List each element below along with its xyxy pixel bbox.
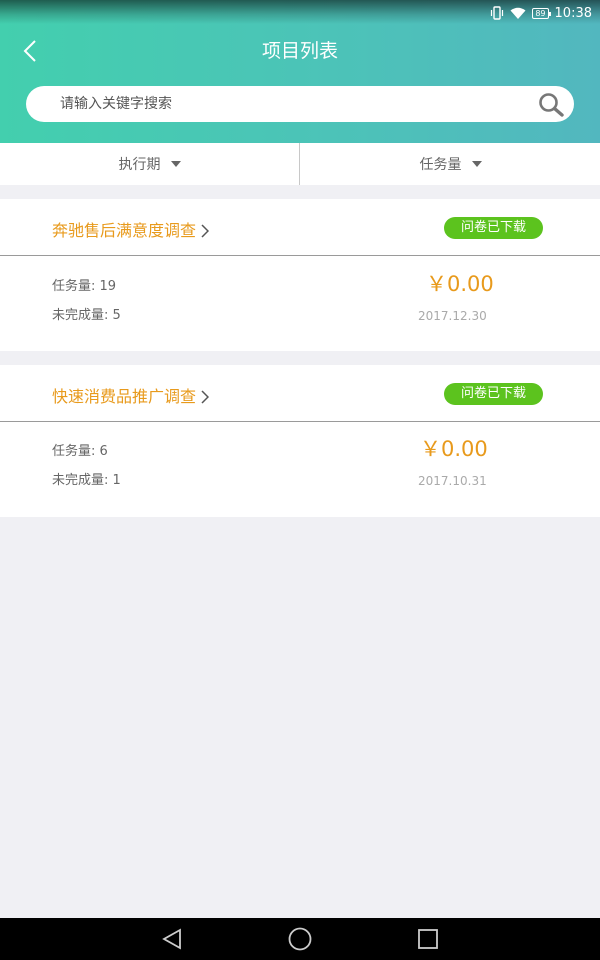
project-price: ￥0.00 xyxy=(426,272,494,296)
filter-period-label: 执行期 xyxy=(118,157,161,173)
status-bar: 89 10:38 xyxy=(490,3,592,23)
project-title: 奔驰售后满意度调查 xyxy=(52,221,197,240)
search-icon[interactable] xyxy=(538,92,564,118)
battery-icon: 89 xyxy=(532,7,551,19)
filter-divider xyxy=(299,143,300,185)
project-card-header: 快速消费品推广调查 问卷已下载 xyxy=(0,365,600,422)
page-title: 项目列表 xyxy=(261,40,338,62)
vibrate-icon xyxy=(490,6,504,20)
clock-time: 10:38 xyxy=(554,5,592,21)
remaining-count-row: 未完成量: 5 xyxy=(52,307,121,325)
task-count-label: 任务量: xyxy=(52,444,96,459)
project-title-link[interactable]: 快速消费品推广调查 xyxy=(52,385,210,409)
triangle-down-icon xyxy=(471,161,482,167)
project-price: ￥0.00 xyxy=(420,437,488,461)
filter-period-dropdown[interactable]: 执行期 xyxy=(0,143,299,185)
task-count-label: 任务量: xyxy=(52,279,96,294)
status-badge: 问卷已下载 xyxy=(444,217,543,239)
remaining-count-value: 5 xyxy=(112,308,121,323)
task-count-row: 任务量: 19 xyxy=(52,278,116,296)
search-input[interactable]: 请输入关键字搜索 xyxy=(60,94,172,114)
project-card-header: 奔驰售后满意度调查 问卷已下载 xyxy=(0,199,600,256)
recents-square-icon[interactable] xyxy=(414,926,442,952)
remaining-count-row: 未完成量: 1 xyxy=(52,472,121,490)
remaining-count-value: 1 xyxy=(112,473,121,488)
chevron-right-icon xyxy=(201,390,210,404)
remaining-count-label: 未完成量: xyxy=(52,473,109,488)
remaining-count-label: 未完成量: xyxy=(52,308,109,323)
project-title: 快速消费品推广调查 xyxy=(52,387,197,406)
triangle-down-icon xyxy=(170,161,181,167)
task-count-value: 19 xyxy=(99,279,117,294)
task-count-row: 任务量: 6 xyxy=(52,443,108,461)
filter-bar: 执行期 任务量 xyxy=(0,143,600,185)
system-nav-bar xyxy=(0,918,600,960)
search-bar[interactable]: 请输入关键字搜索 xyxy=(26,86,574,122)
filter-task-count-dropdown[interactable]: 任务量 xyxy=(301,143,600,185)
status-badge: 问卷已下载 xyxy=(444,383,543,405)
chevron-right-icon xyxy=(201,224,210,238)
back-triangle-icon[interactable] xyxy=(158,926,186,952)
header: 89 10:38 项目列表 请输入关键字搜索 xyxy=(0,0,600,143)
home-circle-icon[interactable] xyxy=(286,926,314,952)
wifi-icon xyxy=(510,7,526,20)
project-card[interactable]: 快速消费品推广调查 问卷已下载 任务量: 6 未完成量: 1 ￥0.00 201… xyxy=(0,365,600,517)
project-title-link[interactable]: 奔驰售后满意度调查 xyxy=(52,219,210,243)
task-count-value: 6 xyxy=(99,444,108,459)
project-card[interactable]: 奔驰售后满意度调查 问卷已下载 任务量: 19 未完成量: 5 ￥0.00 20… xyxy=(0,199,600,351)
project-date: 2017.10.31 xyxy=(418,474,487,488)
filter-task-count-label: 任务量 xyxy=(419,157,462,173)
project-date: 2017.12.30 xyxy=(418,309,487,323)
